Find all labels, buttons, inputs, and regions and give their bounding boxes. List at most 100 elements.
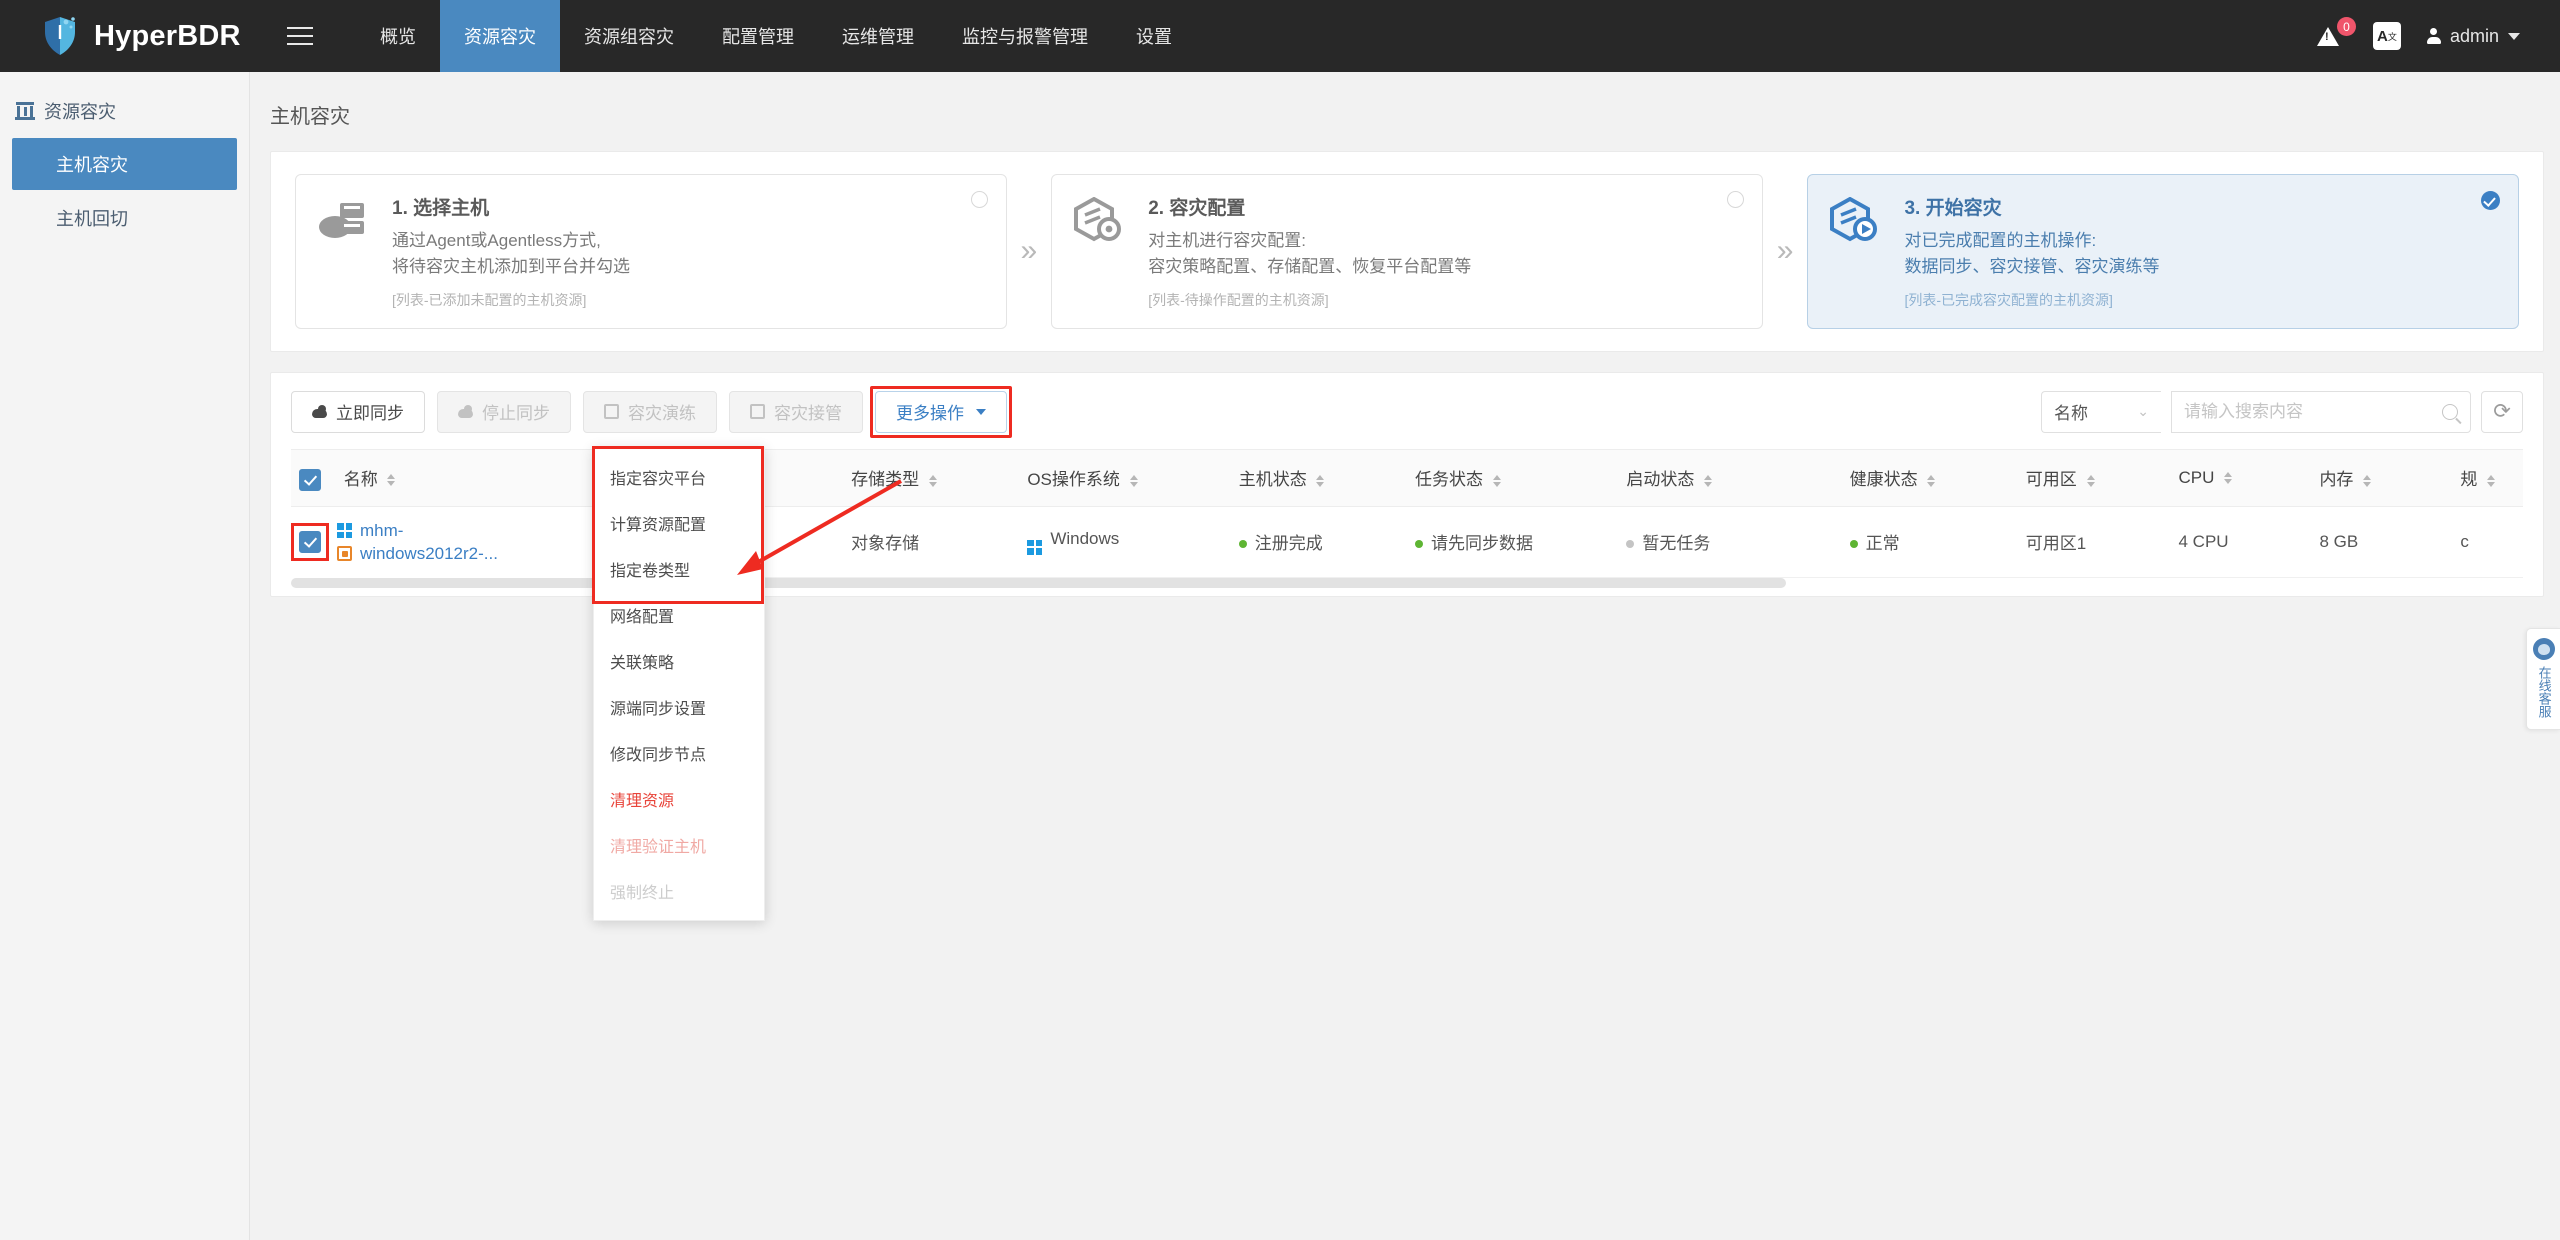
step-2-status-mark (1726, 191, 1744, 208)
dropdown-item-7[interactable]: 清理资源 (594, 776, 764, 822)
alert-warning-icon[interactable]: 0 (2316, 17, 2356, 52)
sort-icon[interactable] (928, 474, 937, 487)
main-nav-items: 概览 资源容灾 资源组容灾 配置管理 运维管理 监控与报警管理 设置 (356, 0, 1196, 72)
host-name-line1: mhm- (360, 520, 404, 540)
row-storage-cell: 对象存储 (843, 506, 1020, 579)
dropdown-item-2[interactable]: 指定卷类型 (594, 546, 764, 592)
start-status: 暂无任务 (1642, 534, 1711, 554)
host-name[interactable]: mhm- windows2012r2-... (337, 521, 498, 564)
step-card-3[interactable]: 3. 开始容灾 对已完成配置的主机操作: 数据同步、容灾接管、容灾演练等 [列表… (1807, 174, 2520, 329)
step-card-1[interactable]: 1. 选择主机 通过Agent或Agentless方式, 将待容灾主机添加到平台… (295, 174, 1007, 329)
more-actions-button[interactable]: 更多操作 (875, 390, 1007, 433)
dropdown-item-0[interactable]: 指定容灾平台 (594, 454, 764, 500)
row-cpu-cell: 4 CPU (2170, 506, 2312, 579)
sort-icon[interactable] (2363, 474, 2372, 487)
status-dot-icon (1626, 540, 1635, 549)
sort-icon[interactable] (2487, 474, 2496, 487)
brand-logo-area[interactable]: HyperBDR (0, 16, 250, 56)
sort-icon[interactable] (387, 474, 396, 487)
row-checkbox-wrapper (291, 523, 329, 562)
table-col-2-label: 存储类型 (851, 470, 920, 490)
step-card-2[interactable]: 2. 容灾配置 对主机进行容灾配置: 容灾策略配置、存储配置、恢复平台配置等 [… (1051, 174, 1763, 329)
row-start-status-cell: 暂无任务 (1618, 506, 1842, 579)
step-3-note: [列表-已完成容灾配置的主机资源] (1904, 291, 2113, 308)
table-col-7-label: 健康状态 (1849, 470, 1918, 490)
more-actions-dropdown: 指定容灾平台 计算资源配置 指定卷类型 网络配置 关联策略 源端同步设置 修改同步节点 清理资… (592, 445, 765, 921)
language-letter: A (2377, 27, 2388, 45)
chevron-down-icon: ⌄ (2137, 403, 2149, 420)
user-menu[interactable]: admin (2426, 26, 2520, 47)
search-field-select[interactable]: 名称 ⌄ (2041, 390, 2161, 433)
more-actions-label: 更多操作 (896, 404, 964, 424)
sidebar-item-0[interactable]: 主机容灾 (12, 138, 237, 190)
search-icon[interactable] (2442, 403, 2458, 420)
table-header-11: 规 (2452, 448, 2523, 507)
row-spec-cell: c (2452, 506, 2523, 579)
health-status: 正常 (1865, 534, 1900, 554)
status-dot-icon (1238, 540, 1247, 549)
nav-item-2[interactable]: 资源组容灾 (560, 0, 698, 72)
nav-item-0[interactable]: 概览 (356, 0, 440, 72)
row-os-cell: Windows (1019, 506, 1231, 579)
cpu-label: 4 CPU (2178, 531, 2229, 551)
sidebar-group-resource-dr[interactable]: 资源容灾 (0, 86, 249, 136)
nav-item-6[interactable]: 设置 (1112, 0, 1196, 72)
sort-icon[interactable] (1316, 474, 1325, 487)
select-all-checkbox[interactable] (299, 468, 321, 491)
sort-icon[interactable] (1927, 474, 1936, 487)
search-group: 名称 ⌄ ⟳ (2041, 390, 2523, 433)
hamburger-menu-icon[interactable] (272, 0, 328, 72)
dropdown-item-1[interactable]: 计算资源配置 (594, 500, 764, 546)
table-header-2: 存储类型 (843, 448, 1020, 507)
sort-icon[interactable] (1492, 474, 1501, 487)
sidebar-items: 主机容灾 主机回切 (0, 138, 249, 244)
search-field-label: 名称 (2054, 404, 2088, 424)
refresh-button[interactable]: ⟳ (2481, 390, 2523, 433)
chevron-down-icon (976, 408, 986, 415)
nav-item-3[interactable]: 配置管理 (698, 0, 818, 72)
dropdown-item-4[interactable]: 关联策略 (594, 638, 764, 684)
row-az-cell: 可用区1 (2017, 506, 2171, 579)
scrollbar-thumb[interactable] (291, 578, 1787, 589)
alert-count-badge: 0 (2336, 17, 2356, 36)
sidebar-item-1[interactable]: 主机回切 (12, 192, 237, 244)
sort-icon[interactable] (2224, 472, 2233, 485)
windows-icon (337, 523, 352, 539)
nav-item-label: 配置管理 (722, 27, 794, 47)
sort-icon[interactable] (1704, 474, 1713, 487)
step-2-body: 2. 容灾配置 对主机进行容灾配置: 容灾策略配置、存储配置、恢复平台配置等 [… (1148, 193, 1740, 310)
language-switch-icon[interactable]: A文 (2372, 22, 2401, 50)
table-col-9-label: CPU (2178, 467, 2215, 487)
host-name-line2: windows2012r2-... (360, 543, 498, 563)
table-col-11-label: 规 (2460, 470, 2478, 490)
toolbar-button-3: 容灾接管 (729, 390, 863, 433)
sort-icon[interactable] (2086, 474, 2095, 487)
host-status: 注册完成 (1254, 534, 1323, 554)
online-service-widget[interactable]: 在线客服 (2526, 628, 2560, 730)
sort-icon[interactable] (1129, 474, 1138, 487)
nav-item-5[interactable]: 监控与报警管理 (938, 0, 1112, 72)
dropdown-item-5[interactable]: 源端同步设置 (594, 684, 764, 730)
sidebar-group-label: 资源容灾 (44, 102, 116, 122)
dropdown-item-6[interactable]: 修改同步节点 (594, 730, 764, 776)
table-header-5: 任务状态 (1406, 448, 1619, 507)
task-status: 请先同步数据 (1430, 534, 1533, 554)
step-1-note: [列表-已添加未配置的主机资源] (392, 291, 587, 308)
dropdown-item-list: 指定容灾平台 计算资源配置 指定卷类型 网络配置 关联策略 源端同步设置 修改同步节点 清理资… (594, 454, 764, 914)
step-1-line1: 通过Agent或Agentless方式, (392, 231, 601, 250)
toolbar-action-buttons: 立即同步 停止同步 容灾演练 容灾接管 (291, 390, 863, 433)
nav-item-label: 资源容灾 (464, 27, 536, 47)
table-col-0-label: 名称 (343, 469, 378, 489)
headset-icon (2532, 638, 2555, 660)
dropdown-item-3[interactable]: 网络配置 (594, 592, 764, 638)
nav-item-1[interactable]: 资源容灾 (440, 0, 560, 72)
step-3-status-mark (2481, 191, 2501, 210)
toolbar-button-label: 停止同步 (482, 404, 550, 424)
nav-item-label: 运维管理 (842, 27, 914, 47)
toolbar-button-0[interactable]: 立即同步 (291, 390, 425, 433)
search-box (2171, 390, 2471, 433)
os-label: Windows (1050, 529, 1120, 549)
more-actions-wrapper: 更多操作 (870, 385, 1012, 438)
nav-item-4[interactable]: 运维管理 (818, 0, 938, 72)
search-input[interactable] (2184, 401, 2442, 422)
